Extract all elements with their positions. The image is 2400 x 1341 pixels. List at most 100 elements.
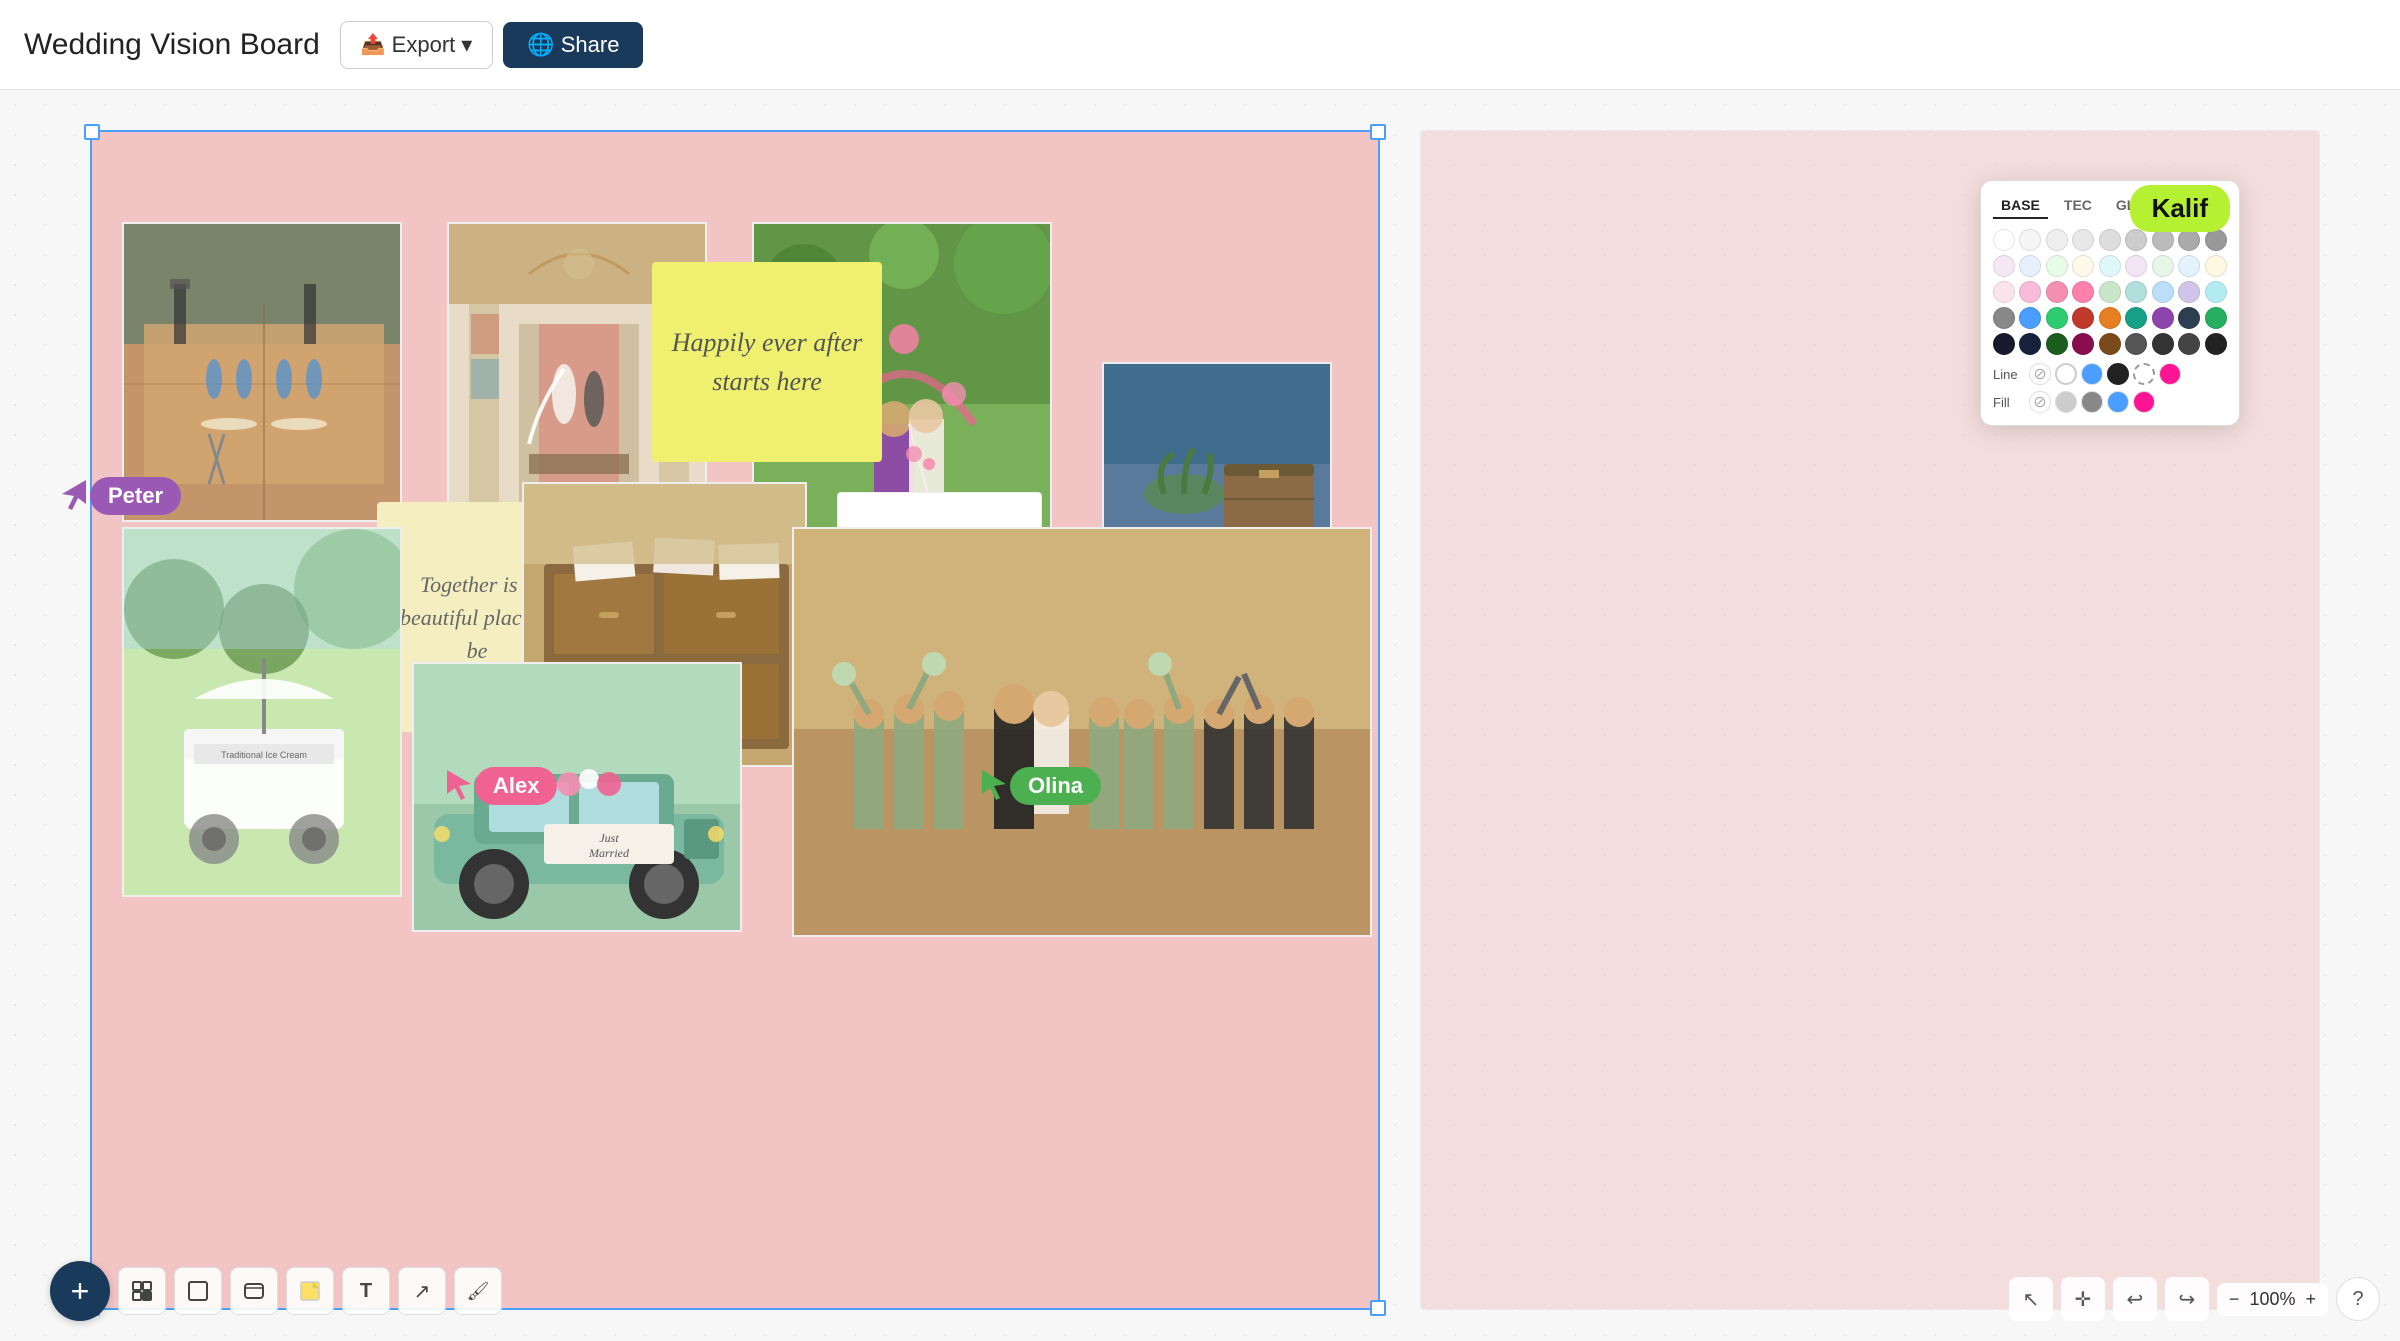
swatch[interactable] (2125, 255, 2147, 277)
card-tool[interactable] (230, 1267, 278, 1315)
swatch[interactable] (2205, 281, 2227, 303)
swatch[interactable] (2072, 255, 2094, 277)
zoom-minus[interactable]: − (2229, 1289, 2240, 1310)
swatch[interactable] (2178, 307, 2200, 329)
olina-cursor: Olina (982, 767, 1101, 805)
swatch[interactable] (2046, 307, 2068, 329)
swatch[interactable] (2019, 281, 2041, 303)
zoom-control: − 100% + (2217, 1283, 2328, 1316)
swatch[interactable] (2152, 229, 2174, 251)
swatch[interactable] (2019, 307, 2041, 329)
swatch[interactable] (2046, 281, 2068, 303)
swatch[interactable] (2178, 281, 2200, 303)
sel-handle-tl[interactable] (84, 124, 100, 140)
peter-cursor: Peter (62, 477, 181, 515)
swatch[interactable] (2125, 229, 2147, 251)
swatch[interactable] (2019, 255, 2041, 277)
swatch[interactable] (2152, 333, 2174, 355)
photo-wedding-party (792, 527, 1372, 937)
zoom-plus[interactable]: + (2305, 1289, 2316, 1310)
frames-tool[interactable] (118, 1267, 166, 1315)
title-area: Wedding Vision Board (24, 28, 320, 62)
sticky-tool[interactable] (286, 1267, 334, 1315)
swatch[interactable] (2205, 307, 2227, 329)
line-black[interactable] (2107, 363, 2129, 385)
cp-tab-base[interactable]: BASE (1993, 193, 2048, 219)
topbar: Wedding Vision Board 📤 Export ▾ 🌐 Share (0, 0, 2400, 90)
swatch[interactable] (2072, 333, 2094, 355)
vision-board[interactable]: Happily ever after starts here Together … (90, 130, 1380, 1310)
swatch[interactable] (1993, 255, 2015, 277)
swatch[interactable] (2205, 255, 2227, 277)
fill-none[interactable]: ⊘ (2029, 391, 2051, 413)
photo-cart: Traditional Ice Cream (122, 527, 402, 897)
swatch selected[interactable] (2125, 307, 2147, 329)
swatch[interactable] (2046, 255, 2068, 277)
line-label: Line (1993, 367, 2023, 382)
line-blue[interactable] (2081, 363, 2103, 385)
fill-pink[interactable] (2133, 391, 2155, 413)
fill-gray-light[interactable] (2055, 391, 2077, 413)
pen-tool-bottom[interactable]: 🖌 (454, 1267, 502, 1315)
alex-label: Alex (475, 767, 557, 805)
swatch[interactable] (2178, 229, 2200, 251)
share-icon: 🌐 (527, 32, 554, 58)
export-chevron: ▾ (461, 32, 472, 58)
swatch[interactable] (2046, 229, 2068, 251)
export-button[interactable]: 📤 Export ▾ (340, 21, 494, 69)
swatch[interactable] (1993, 333, 2015, 355)
swatch[interactable] (2152, 281, 2174, 303)
swatch[interactable] (2099, 333, 2121, 355)
help-button[interactable]: ? (2336, 1277, 2380, 1321)
line-dashed[interactable] (2133, 363, 2155, 385)
sel-handle-br[interactable] (1370, 1300, 1386, 1316)
bottom-right-toolbar: ↖ ✛ ↩ ↪ − 100% + ? (2009, 1277, 2380, 1321)
fill-gray[interactable] (2081, 391, 2103, 413)
swatch[interactable] (2099, 255, 2121, 277)
fill-blue[interactable] (2107, 391, 2129, 413)
svg-text:Traditional Ice Cream: Traditional Ice Cream (221, 750, 307, 760)
swatch[interactable] (1993, 307, 2015, 329)
undo-button[interactable]: ↩ (2113, 1277, 2157, 1321)
cp-tab-tec[interactable]: TEC (2056, 193, 2100, 219)
swatch[interactable] (2072, 229, 2094, 251)
svg-text:Just: Just (599, 831, 619, 845)
swatch[interactable] (2125, 281, 2147, 303)
swatch[interactable] (2205, 333, 2227, 355)
export-icon: 📤 (361, 32, 386, 57)
swatch[interactable] (2099, 229, 2121, 251)
line-row: Line ⊘ (1993, 363, 2227, 385)
redo-button[interactable]: ↪ (2165, 1277, 2209, 1321)
cursor-tool[interactable]: ↖ (2009, 1277, 2053, 1321)
move-tool[interactable]: ✛ (2061, 1277, 2105, 1321)
export-label: Export (392, 32, 456, 58)
olina-label: Olina (1010, 767, 1101, 805)
bottom-toolbar: + T ↗ 🖌 (50, 1261, 502, 1321)
swatch[interactable] (1993, 281, 2015, 303)
swatch[interactable] (2072, 307, 2094, 329)
swatch[interactable] (2205, 229, 2227, 251)
swatch[interactable] (2099, 307, 2121, 329)
line-none[interactable]: ⊘ (2029, 363, 2051, 385)
swatch[interactable] (2152, 307, 2174, 329)
swatch[interactable] (2046, 333, 2068, 355)
swatch[interactable] (2099, 281, 2121, 303)
add-fab-button[interactable]: + (50, 1261, 110, 1321)
swatch[interactable] (2178, 255, 2200, 277)
canvas[interactable]: Happily ever after starts here Together … (0, 90, 2400, 1341)
swatch[interactable] (2125, 333, 2147, 355)
line-white[interactable] (2055, 363, 2077, 385)
arrow-tool[interactable]: ↗ (398, 1267, 446, 1315)
swatch[interactable] (2178, 333, 2200, 355)
shape-tool-bottom[interactable] (174, 1267, 222, 1315)
swatch[interactable] (2152, 255, 2174, 277)
swatch[interactable] (2019, 229, 2041, 251)
share-button[interactable]: 🌐 Share (503, 22, 643, 68)
fill-row: Fill ⊘ (1993, 391, 2227, 413)
swatch[interactable] (2019, 333, 2041, 355)
line-pink[interactable] (2159, 363, 2181, 385)
text-tool-bottom[interactable]: T (342, 1267, 390, 1315)
sel-handle-tr[interactable] (1370, 124, 1386, 140)
swatch[interactable] (2072, 281, 2094, 303)
swatch[interactable] (1993, 229, 2015, 251)
